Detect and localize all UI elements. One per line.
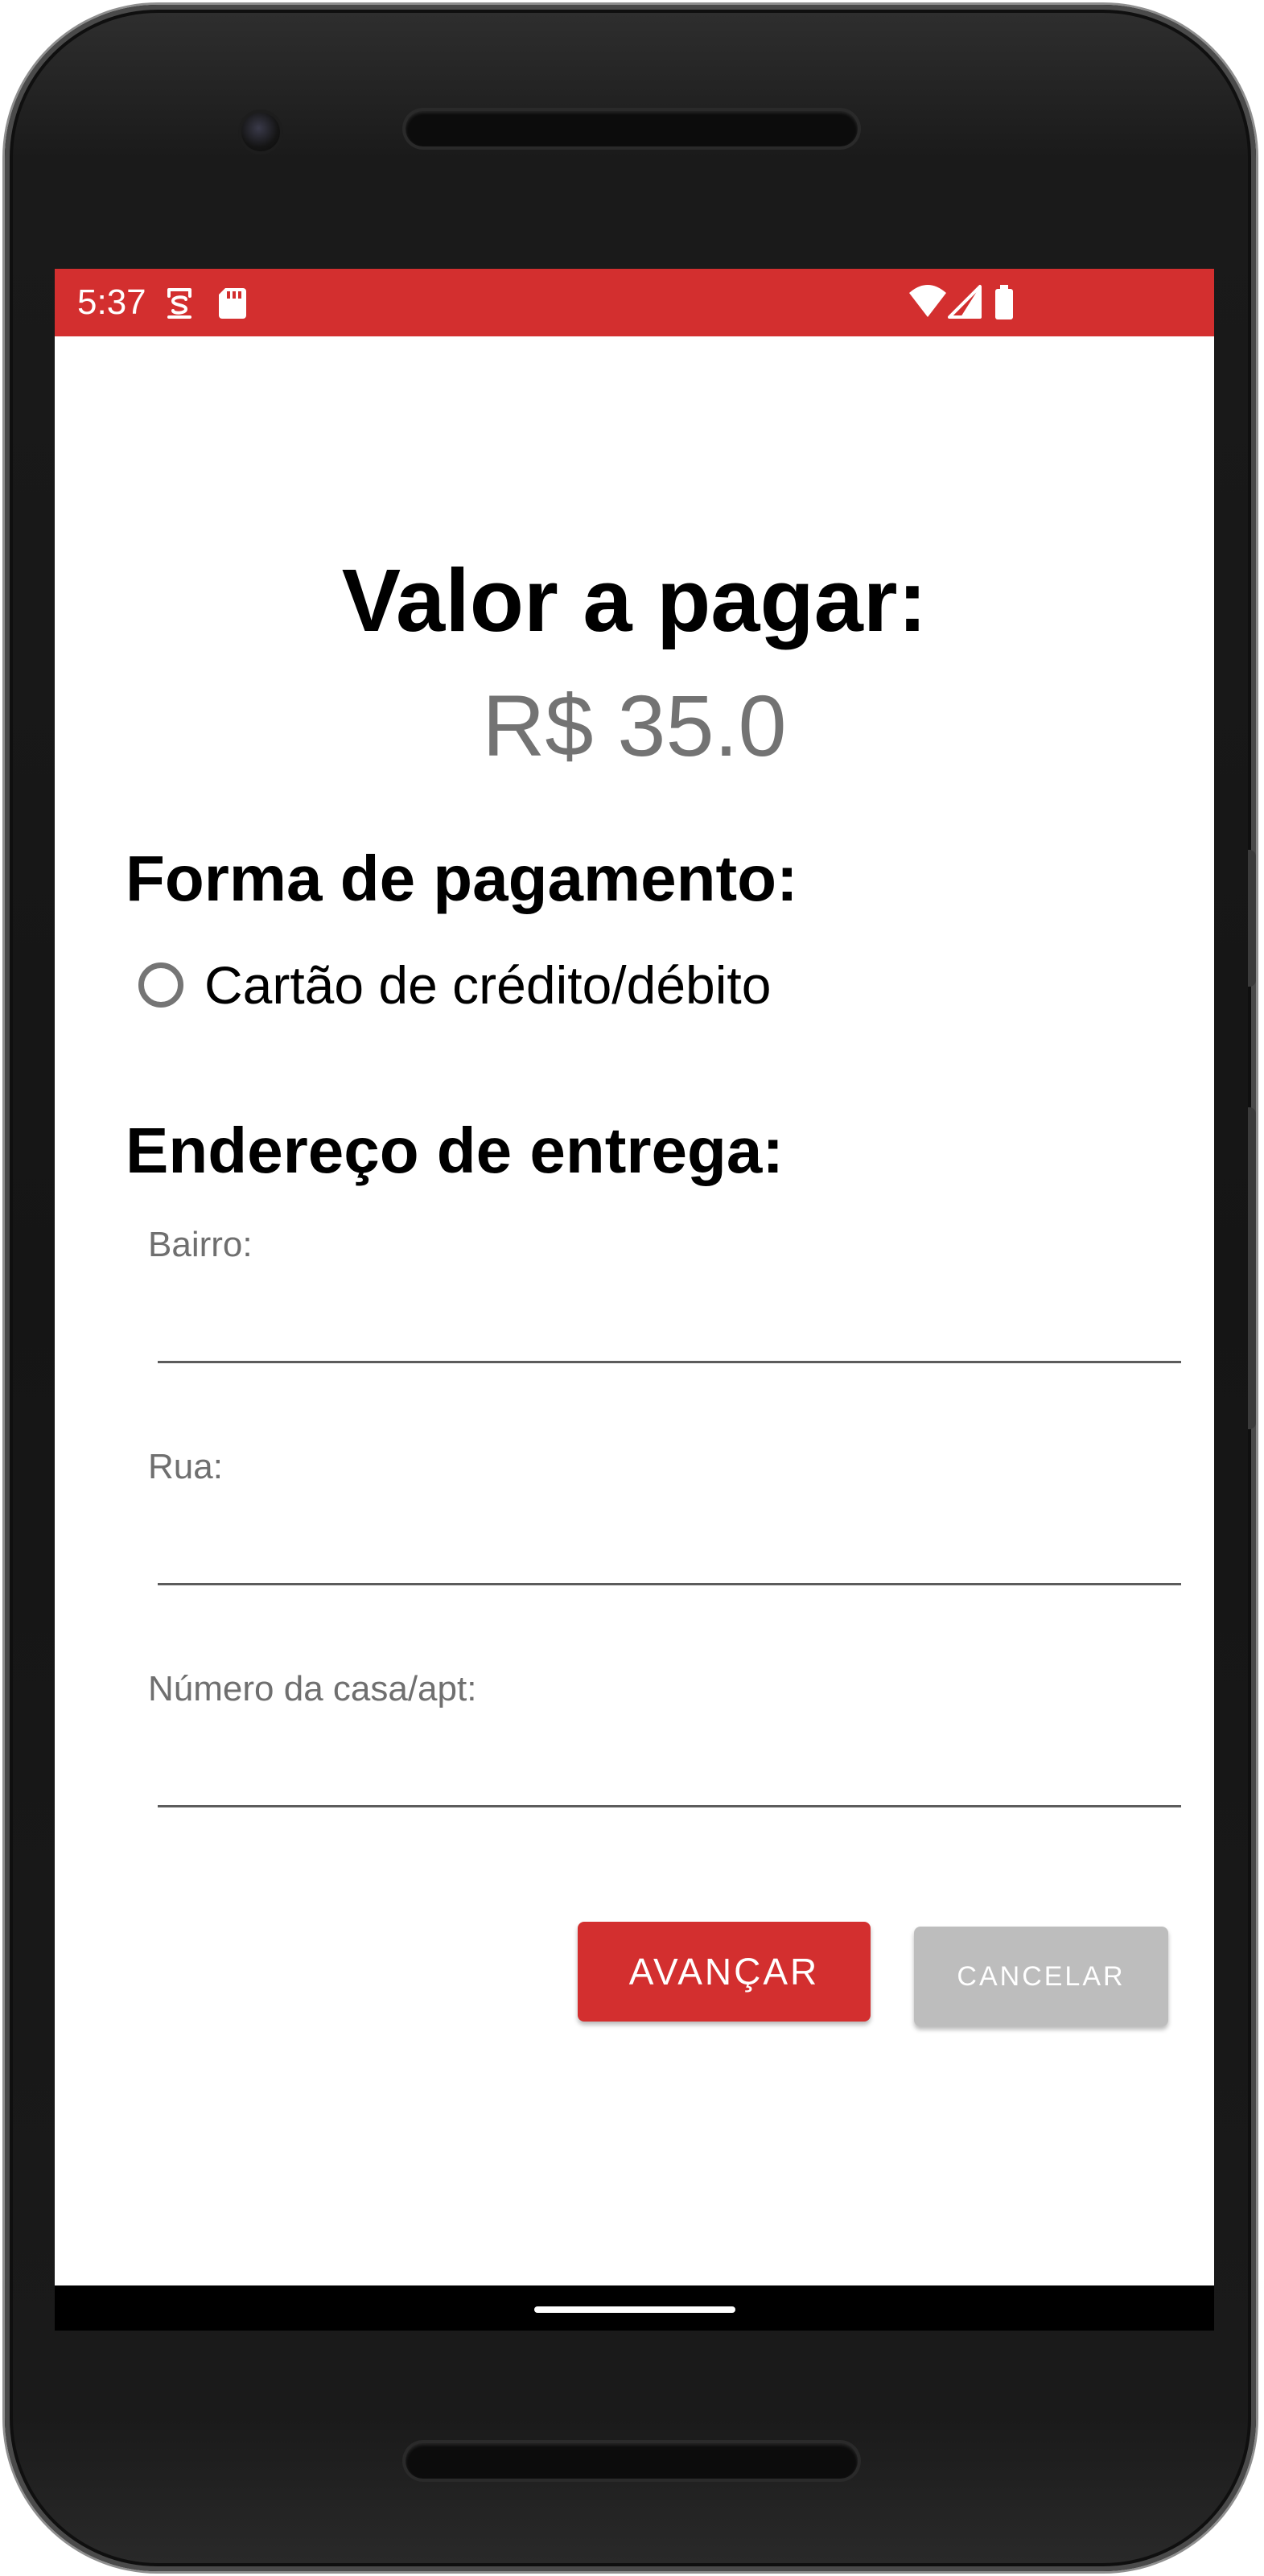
amount-title: Valor a pagar: [341, 551, 928, 650]
wifi-icon [909, 285, 946, 317]
delivery-address-heading: Endereço de entrega: [126, 1115, 784, 1186]
earpiece-speaker [406, 111, 858, 146]
radio-button-unchecked-icon[interactable] [138, 962, 183, 1008]
sd-card-icon [219, 288, 246, 319]
payment-option-card[interactable]: Cartão de crédito/débito [138, 953, 771, 1017]
neighborhood-label: Bairro: [148, 1225, 253, 1264]
bottom-speaker [406, 2443, 858, 2479]
house-number-input[interactable] [158, 1746, 1181, 1807]
home-gesture-handle[interactable] [534, 2306, 735, 2313]
volume-button [1248, 1107, 1256, 1429]
navigation-bar [55, 2285, 1214, 2331]
app-screen: 5:37 Valor a pagar: R$ 35.0 Forma de pag… [55, 269, 1214, 2331]
neighborhood-input[interactable] [158, 1302, 1181, 1363]
power-button [1248, 850, 1256, 987]
cancel-button[interactable]: Cancelar [914, 1927, 1168, 2026]
app-notification-icon [167, 288, 191, 319]
payment-option-label[interactable]: Cartão de crédito/débito [204, 953, 771, 1017]
phone-frame: 5:37 Valor a pagar: R$ 35.0 Forma de pag… [5, 5, 1256, 2571]
battery-icon [995, 285, 1013, 319]
payment-method-heading: Forma de pagamento: [126, 843, 798, 914]
cell-signal-icon [948, 285, 982, 319]
street-label: Rua: [148, 1447, 223, 1486]
advance-button[interactable]: Avançar [578, 1922, 871, 2022]
front-camera [241, 113, 280, 151]
amount-value: R$ 35.0 [482, 677, 787, 774]
status-time: 5:37 [77, 282, 146, 322]
status-bar: 5:37 [55, 269, 1214, 336]
house-number-label: Número da casa/apt: [148, 1669, 477, 1708]
street-input[interactable] [158, 1524, 1181, 1585]
device-frame-area: 5:37 Valor a pagar: R$ 35.0 Forma de pag… [0, 0, 1264, 2576]
